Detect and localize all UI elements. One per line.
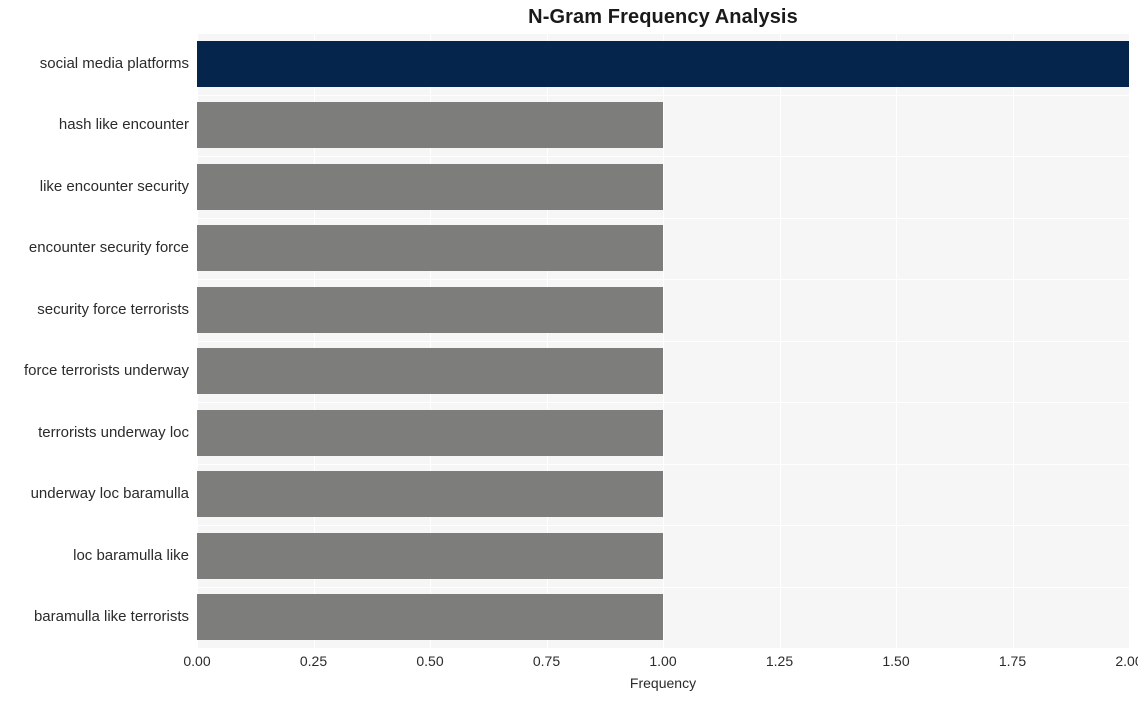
x-axis-tick-label: 0.50 bbox=[416, 653, 444, 669]
gridline-horizontal bbox=[197, 33, 1129, 34]
gridline-horizontal bbox=[197, 587, 1129, 588]
y-axis-tick-label: hash like encounter bbox=[58, 116, 189, 134]
gridline-horizontal bbox=[197, 402, 1129, 403]
bar[interactable] bbox=[197, 348, 663, 395]
bar[interactable] bbox=[197, 225, 663, 272]
bar[interactable] bbox=[197, 40, 1129, 87]
y-axis-tick-label: like encounter security bbox=[39, 177, 189, 195]
plot-area bbox=[197, 33, 1129, 648]
x-axis-tick-label: 1.25 bbox=[765, 653, 794, 669]
x-axis-tick-label: 0.00 bbox=[183, 653, 211, 669]
x-axis-tick-label: 1.75 bbox=[998, 653, 1027, 669]
gridline-horizontal bbox=[197, 156, 1129, 157]
x-axis-tick-label: 1.50 bbox=[882, 653, 910, 669]
y-axis-tick-label: terrorists underway loc bbox=[38, 423, 189, 441]
gridline-horizontal bbox=[197, 95, 1129, 96]
bar[interactable] bbox=[197, 286, 663, 333]
gridline-horizontal bbox=[197, 279, 1129, 280]
x-axis-title: Frequency bbox=[629, 675, 697, 691]
gridline-horizontal bbox=[197, 525, 1129, 526]
y-axis-tick-label: social media platforms bbox=[39, 54, 189, 72]
bar[interactable] bbox=[197, 471, 663, 518]
bar[interactable] bbox=[197, 594, 663, 641]
y-axis-tick-label: security force terrorists bbox=[37, 300, 189, 318]
x-axis-tick-label: 2.00 bbox=[1115, 653, 1138, 669]
y-axis-tick-label: encounter security force bbox=[28, 239, 189, 257]
y-axis-tick-label: loc baramulla like bbox=[73, 546, 189, 564]
y-axis-tick-label: force terrorists underway bbox=[23, 362, 189, 380]
bar[interactable] bbox=[197, 532, 663, 579]
bar[interactable] bbox=[197, 102, 663, 149]
y-axis-tick-label: underway loc baramulla bbox=[30, 485, 189, 503]
bar[interactable] bbox=[197, 163, 663, 210]
x-axis-tick-label: 0.75 bbox=[532, 653, 561, 669]
y-axis-tick-label: baramulla like terrorists bbox=[33, 608, 189, 626]
ngram-frequency-chart: N-Gram Frequency Analysis social media p… bbox=[0, 0, 1138, 701]
gridline-horizontal bbox=[197, 464, 1129, 465]
chart-title: N-Gram Frequency Analysis bbox=[528, 6, 798, 28]
gridline-horizontal bbox=[197, 341, 1129, 342]
bar[interactable] bbox=[197, 409, 663, 456]
gridline-horizontal bbox=[197, 218, 1129, 219]
x-axis-tick-label: 1.00 bbox=[649, 653, 677, 669]
x-axis-tick-label: 0.25 bbox=[299, 653, 328, 669]
